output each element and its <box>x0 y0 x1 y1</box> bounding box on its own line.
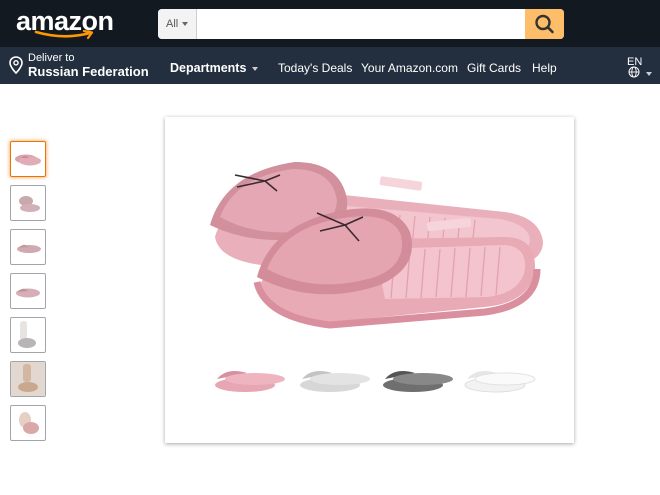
main-product-image[interactable] <box>165 117 574 443</box>
search-category-label: All <box>166 18 179 30</box>
search-icon <box>535 14 554 34</box>
chevron-down-icon <box>646 72 652 76</box>
thumbnail-slipper-single[interactable] <box>10 273 46 309</box>
search-button[interactable] <box>525 9 564 39</box>
departments-menu[interactable]: Departments <box>170 61 259 75</box>
slipper-thumbnail-image <box>19 196 40 212</box>
variant-dark-gray <box>383 371 453 392</box>
slipper-thumbnail-image <box>17 244 41 253</box>
nav-your-amazon[interactable]: Your Amazon.com <box>361 61 458 75</box>
slipper-thumbnail-image <box>18 321 36 348</box>
thumbnail-slipper-hands[interactable] <box>10 405 46 441</box>
slipper-thumbnail-image <box>16 288 40 298</box>
departments-label: Departments <box>170 61 247 75</box>
secondary-navigation-bar: Deliver to Russian Federation Department… <box>0 47 660 84</box>
slipper-thumbnail-image <box>11 362 45 396</box>
globe-icon <box>628 66 640 78</box>
deliver-to-label: Deliver to <box>28 52 75 64</box>
slipper-thumbnail-image <box>19 412 39 434</box>
location-pin-icon <box>9 56 23 74</box>
top-navigation-bar: amazon All <box>0 0 660 47</box>
nav-todays-deals[interactable]: Today's Deals <box>278 61 352 75</box>
variant-pink <box>215 371 285 392</box>
pink-slippers-image <box>210 162 543 393</box>
chevron-down-icon <box>182 22 189 27</box>
search-category-dropdown[interactable]: All <box>158 9 197 39</box>
thumbnail-slippers-side[interactable] <box>10 185 46 221</box>
slipper-thumbnail-image <box>15 154 41 166</box>
search-bar: All <box>158 9 564 39</box>
search-input[interactable] <box>197 9 525 39</box>
deliver-location: Russian Federation <box>28 64 149 79</box>
thumbnail-slipper-profile[interactable] <box>10 229 46 265</box>
chevron-down-icon <box>252 66 259 71</box>
language-selector[interactable]: EN <box>627 52 652 78</box>
thumbnail-slipper-worn-beige[interactable] <box>10 361 46 397</box>
thumbnail-slippers-pair[interactable] <box>10 141 46 177</box>
amazon-logo[interactable]: amazon <box>16 6 114 42</box>
color-variant-strip <box>215 371 536 393</box>
variant-light-gray <box>300 371 370 392</box>
thumbnail-slipper-worn-gray[interactable] <box>10 317 46 353</box>
nav-help[interactable]: Help <box>532 61 557 75</box>
variant-white <box>464 371 536 393</box>
nav-gift-cards[interactable]: Gift Cards <box>467 61 521 75</box>
smile-arrow-icon <box>34 30 94 40</box>
